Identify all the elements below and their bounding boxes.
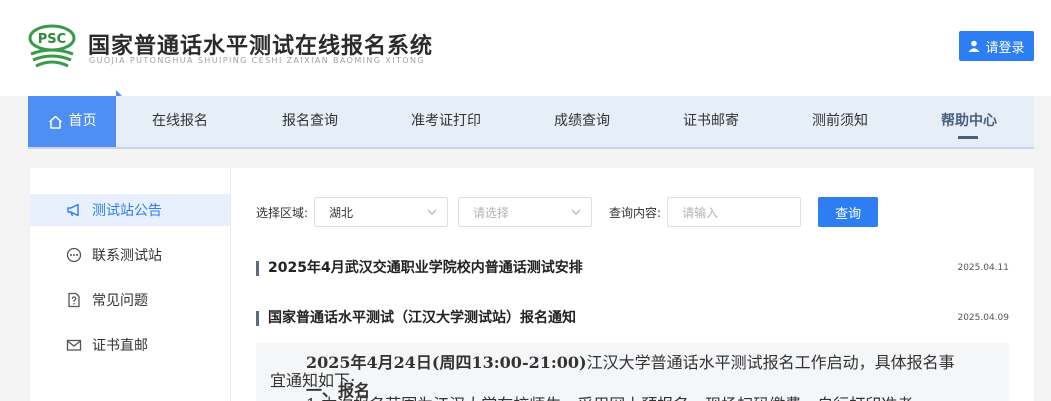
chevron-down-icon [571,209,581,215]
notice-date: 2025.04.09 [957,313,1009,323]
psc-logo: PSC [28,24,76,68]
notice-detail: 2025年4月24日(周四13:00-21:00)江汉大学普通话水平测试报名工作… [256,343,1009,401]
sub-region-placeholder: 请选择 [473,205,510,220]
mail-icon [66,339,82,351]
sidebar-item-faq[interactable]: 常见问题 [30,284,230,316]
chat-bubble-icon [66,247,82,263]
sidebar-item-label: 测试站公告 [92,203,162,219]
sidebar-item-label: 证书直邮 [92,338,148,354]
query-input[interactable]: 请输入 [667,197,802,227]
notice-title: 国家普通话水平测试（江汉大学测试站）报名通知 [256,310,576,326]
nav-item-registration-query[interactable]: 报名查询 [268,96,352,147]
sidebar-item-label: 联系测试站 [92,248,162,264]
nav-item-score-query[interactable]: 成绩查询 [540,96,624,147]
site-header: PSC 国家普通话水平测试在线报名系统 GUOJIA PUTONGHUA SHU… [0,0,1051,96]
query-button[interactable]: 查询 [818,197,879,227]
site-subtitle: GUOJIA PUTONGHUA SHUIPING CESHI ZAIXIAN … [89,56,425,65]
region-select[interactable]: 湖北 [314,197,449,227]
nav-item-pre-test-notice[interactable]: 测前须知 [798,96,882,147]
chevron-down-icon [427,209,437,215]
megaphone-icon [67,203,79,217]
region-value: 湖北 [329,205,354,220]
sidebar-item-announcements[interactable]: 测试站公告 [30,194,230,226]
region-label: 选择区域: [256,205,309,220]
login-label: 请登录 [985,40,1025,56]
notice-item[interactable]: 国家普通话水平测试（江汉大学测试站）报名通知 2025.04.09 [256,308,1009,328]
sidebar-item-certificate-mail[interactable]: 证书直邮 [30,329,230,361]
detail-line-1: 2025年4月24日(周四13:00-21:00)江汉大学普通话水平测试报名工作… [306,349,955,373]
notice-title: 2025年4月武汉交通职业学院校内普通话测试安排 [256,260,583,276]
filter-bar: 选择区域: 湖北 请选择 查询内容: 请输入 查询 [256,196,879,228]
user-icon [968,40,980,52]
nav-item-certificate-mail[interactable]: 证书邮寄 [669,96,753,147]
notice-item[interactable]: 2025年4月武汉交通职业学院校内普通话测试安排 2025.04.11 [256,258,1009,278]
detail-line-1-text: 江汉大学普通话水平测试报名工作启动，具体报名事 [586,353,955,372]
sidebar: 测试站公告 联系测试站 常见问题 证书直邮 [30,168,231,401]
svg-text:PSC: PSC [38,32,66,47]
help-center-underline [958,136,978,139]
login-button[interactable]: 请登录 [959,31,1034,61]
sidebar-item-label: 常见问题 [92,293,148,309]
main-nav: 首页 在线报名 报名查询 准考证打印 成绩查询 证书邮寄 测前须知 帮助中心 [28,96,1034,149]
content-panel: 测试站公告 联系测试站 常见问题 证书直邮 选择区域: 湖北 请选择 查询内容:… [30,168,1034,401]
detail-line-3: 1.本次报名范围为江汉大学在校师生，采用网上预报名、现场扫码缴费，自行打印准考 [306,391,913,401]
question-document-icon [68,292,80,308]
nav-item-online-registration[interactable]: 在线报名 [138,96,222,147]
home-icon [48,115,62,129]
sidebar-item-contact[interactable]: 联系测试站 [30,239,230,271]
nav-item-admission-print[interactable]: 准考证打印 [396,96,496,147]
nav-item-help-center[interactable]: 帮助中心 [927,96,1011,147]
nav-home-label: 首页 [68,113,97,129]
nav-item-home[interactable]: 首页 [28,96,116,147]
notice-date: 2025.04.11 [957,263,1009,273]
query-label: 查询内容: [609,205,662,220]
sub-region-select[interactable]: 请选择 [458,197,593,227]
